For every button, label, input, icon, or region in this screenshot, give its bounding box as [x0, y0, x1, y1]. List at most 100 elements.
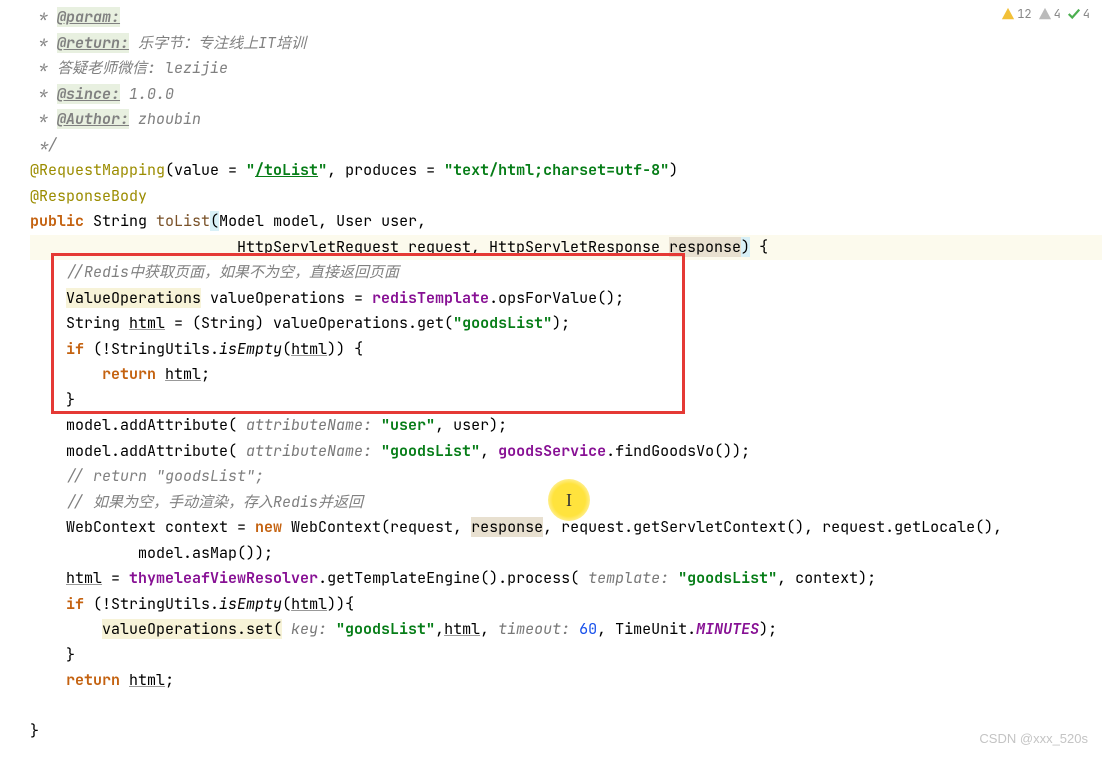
var: html [129, 313, 165, 333]
string: "goodsList" [381, 441, 480, 461]
keyword: if [66, 339, 84, 359]
expr: (!StringUtils. [84, 339, 219, 359]
comma: , [435, 619, 444, 639]
string: "user" [381, 415, 435, 435]
comment: // return "goodsList"; [66, 466, 264, 486]
param-hint: attributeName: [237, 441, 381, 461]
param-tag: @param: [57, 7, 120, 27]
doc-comment: * [30, 84, 57, 104]
string: "goodsList" [678, 568, 777, 588]
comma: , [480, 441, 498, 461]
string: " [246, 160, 255, 180]
field: thymeleafViewResolver [129, 568, 318, 588]
brace: } [66, 645, 75, 665]
annotation: @ResponseBody [30, 186, 147, 206]
var: html [444, 619, 480, 639]
doc-text: 1.0.0 [120, 84, 174, 104]
paren: ( [282, 339, 291, 359]
comment: 中获取页面，如果不为空，直接返回页面 [129, 262, 399, 282]
brace: )) { [327, 339, 363, 359]
keyword: public [30, 211, 84, 231]
doc-close: */ [30, 135, 57, 155]
method-call: isEmpty [219, 594, 282, 614]
field: goodsService [498, 441, 606, 461]
doc-comment: * [30, 33, 57, 53]
method-name: toList [156, 211, 210, 231]
keyword: new [255, 517, 282, 537]
call: WebContext(request, [282, 517, 471, 537]
since-tag: @since: [57, 84, 120, 104]
args: model.asMap()); [138, 543, 273, 563]
var: html [291, 594, 327, 614]
doc-comment: * [30, 109, 57, 129]
keyword: return [102, 364, 156, 384]
paren-highlight: ( [210, 211, 219, 231]
var: html [291, 339, 327, 359]
semi: ; [165, 670, 174, 690]
semi: ); [552, 313, 570, 333]
semi: ; [201, 364, 210, 384]
comment: 如果为空，手动渲染，存入Redis [93, 492, 318, 512]
call: .opsForValue(); [489, 288, 624, 308]
call: valueOperations.set( [102, 619, 282, 639]
semi: ); [759, 619, 777, 639]
param-response: response [471, 517, 543, 537]
doc-text: 乐字节：专注线上IT培训 [129, 33, 306, 53]
param-response: response [669, 237, 741, 257]
var: html [165, 364, 201, 384]
string-link: /toList [255, 160, 318, 180]
param-hint: key: [282, 619, 336, 639]
type: , TimeUnit. [597, 619, 696, 639]
paren: ( [282, 594, 291, 614]
anno-args: , produces = [327, 160, 444, 180]
string: " [318, 160, 327, 180]
type: String [66, 313, 129, 333]
param-hint: timeout: [489, 619, 579, 639]
doc-text: zhoubin [129, 109, 201, 129]
comma: , [480, 619, 489, 639]
enum-const: MINUTES [696, 619, 759, 639]
brace: { [750, 237, 768, 257]
param-hint: template: [579, 568, 678, 588]
call: .findGoodsVo()); [606, 441, 750, 461]
decl: WebContext context = [66, 517, 255, 537]
type: String [84, 211, 156, 231]
type: ValueOperations [66, 288, 201, 308]
assign: = [102, 568, 129, 588]
string: "goodsList" [453, 313, 552, 333]
keyword: if [66, 594, 84, 614]
keyword: return [66, 670, 120, 690]
method-call: isEmpty [219, 339, 282, 359]
call: model.addAttribute( [66, 441, 237, 461]
doc-comment: * 答疑老师微信: lezijie [30, 58, 228, 78]
param-hint: attributeName: [237, 415, 381, 435]
params: HttpServletRequest request, HttpServletR… [237, 237, 669, 257]
string: "goodsList" [336, 619, 435, 639]
annotation: @RequestMapping [30, 160, 165, 180]
paren-highlight: ) [741, 237, 750, 257]
args: , context); [777, 568, 876, 588]
doc-comment: * [30, 7, 57, 27]
comment: //Redis [66, 262, 129, 282]
anno-args: (value = [165, 160, 246, 180]
author-tag: @Author: [57, 109, 129, 129]
call: .getTemplateEngine().process( [318, 568, 579, 588]
string: "text/html;charset=utf-8" [444, 160, 669, 180]
comment: // [66, 492, 93, 512]
field: redisTemplate [372, 288, 489, 308]
watermark: CSDN @xxx_520s [979, 728, 1088, 750]
var: html [129, 670, 165, 690]
comment: 并返回 [318, 492, 363, 512]
brace: )){ [327, 594, 354, 614]
call: model.addAttribute( [66, 415, 237, 435]
code-editor[interactable]: * @param: * @return: 乐字节：专注线上IT培训 * 答疑老师… [30, 5, 1102, 745]
paren: ) [669, 160, 678, 180]
decl: valueOperations = [201, 288, 372, 308]
args: , user); [435, 415, 507, 435]
return-tag: @return: [57, 33, 129, 53]
params: Model model, User user, [219, 211, 426, 231]
expr: (!StringUtils. [84, 594, 219, 614]
expr: = (String) valueOperations.get( [165, 313, 453, 333]
args: , request.getServletContext(), request.g… [543, 517, 1002, 537]
brace: } [66, 390, 75, 410]
